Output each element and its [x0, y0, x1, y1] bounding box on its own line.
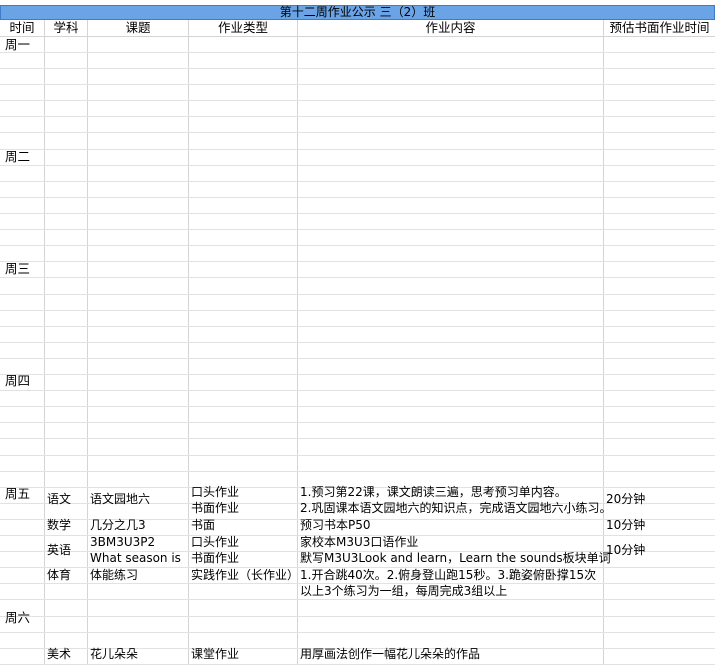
- grid-row-line: [0, 374, 715, 375]
- cell-subject-english[interactable]: 英语: [47, 543, 71, 557]
- grid-row-line: [0, 455, 715, 456]
- cell-subject-art[interactable]: 美术: [47, 647, 71, 661]
- header-type[interactable]: 作业类型: [189, 19, 297, 36]
- grid-row-line: [0, 422, 715, 423]
- grid-row-line: [0, 326, 715, 327]
- grid-row-line: [0, 390, 715, 391]
- cell-topic-english-1[interactable]: 3BM3U3P2: [90, 535, 155, 549]
- cell-topic-english-2[interactable]: What season is: [90, 551, 181, 565]
- grid-row-line: [0, 261, 715, 262]
- grid-row-line: [0, 342, 715, 343]
- grid-row-line: [0, 132, 715, 133]
- cell-type-pe[interactable]: 实践作业（长作业）: [191, 568, 299, 582]
- spreadsheet: 第十二周作业公示 三（2）班 时间 学科 课题 作业类型 作业内容 预估书面作业…: [0, 0, 715, 665]
- grid-row-line: [0, 181, 715, 182]
- day-wednesday[interactable]: 周三: [5, 262, 30, 276]
- cell-type-chinese-2[interactable]: 书面作业: [191, 501, 239, 515]
- cell-content-chinese-1[interactable]: 1.预习第22课，课文朗读三遍，思考预习单内容。: [300, 485, 567, 499]
- cell-time-chinese[interactable]: 20分钟: [606, 492, 645, 506]
- header-topic[interactable]: 课题: [88, 19, 188, 36]
- day-tuesday[interactable]: 周二: [5, 150, 30, 164]
- cell-topic-pe[interactable]: 体能练习: [90, 568, 138, 582]
- cell-content-english-1[interactable]: 家校本M3U3口语作业: [300, 535, 418, 549]
- grid-row-line: [0, 100, 715, 101]
- header-row: 时间 学科 课题 作业类型 作业内容 预估书面作业时间: [0, 19, 715, 37]
- cell-type-art[interactable]: 课堂作业: [191, 647, 239, 661]
- cell-topic-math[interactable]: 几分之几3: [90, 518, 146, 532]
- grid-row-line: [0, 438, 715, 439]
- cell-content-math[interactable]: 预习书本P50: [300, 518, 371, 532]
- grid-row-line: [0, 632, 715, 633]
- cell-topic-art[interactable]: 花儿朵朵: [90, 647, 138, 661]
- cell-type-english-1[interactable]: 口头作业: [191, 535, 239, 549]
- cell-content-pe-2[interactable]: 以上3个练习为一组，每周完成3组以上: [300, 584, 507, 598]
- grid-row-line: [0, 245, 715, 246]
- sheet-title[interactable]: 第十二周作业公示 三（2）班: [0, 5, 715, 20]
- cell-subject-chinese[interactable]: 语文: [47, 492, 71, 506]
- cell-content-english-2[interactable]: 默写M3U3Look and learn，Learn the sounds板块单…: [300, 551, 611, 565]
- cell-subject-math[interactable]: 数学: [47, 518, 71, 532]
- header-content[interactable]: 作业内容: [298, 19, 603, 36]
- grid-row-line: [0, 213, 715, 214]
- day-monday[interactable]: 周一: [5, 38, 30, 52]
- cell-time-english[interactable]: 10分钟: [606, 543, 645, 557]
- cell-content-art[interactable]: 用厚画法创作一幅花儿朵朵的作品: [300, 647, 480, 661]
- grid-row-line: [0, 277, 715, 278]
- grid-row-line: [0, 149, 715, 150]
- grid-row-line: [0, 294, 715, 295]
- cell-time-math[interactable]: 10分钟: [606, 518, 645, 532]
- cell-content-pe-1[interactable]: 1.开合跳40次。2.俯身登山跑15秒。3.跪姿俯卧撑15次: [300, 568, 596, 582]
- cell-type-english-2[interactable]: 书面作业: [191, 551, 239, 565]
- cell-content-chinese-2[interactable]: 2.巩固课本语文园地六的知识点，完成语文园地六小练习。: [300, 501, 611, 515]
- header-estimate[interactable]: 预估书面作业时间: [604, 19, 715, 36]
- grid-row-line: [0, 229, 715, 230]
- cell-topic-chinese[interactable]: 语文园地六: [90, 492, 150, 506]
- grid-row-line: [0, 310, 715, 311]
- grid-row-line: [0, 616, 715, 617]
- grid-row-line: [0, 599, 715, 600]
- day-thursday[interactable]: 周四: [5, 374, 30, 388]
- cell-type-math[interactable]: 书面: [191, 518, 215, 532]
- grid-row-line: [0, 406, 715, 407]
- grid-row-line: [0, 358, 715, 359]
- grid-row-line: [0, 68, 715, 69]
- day-friday[interactable]: 周五: [5, 487, 30, 501]
- grid-row-line: [0, 197, 715, 198]
- day-saturday[interactable]: 周六: [5, 611, 30, 625]
- grid-row-line: [0, 84, 715, 85]
- grid-row-line: [0, 471, 715, 472]
- cell-type-chinese-1[interactable]: 口头作业: [191, 485, 239, 499]
- grid-row-line: [0, 116, 715, 117]
- header-time[interactable]: 时间: [0, 19, 44, 36]
- header-subject[interactable]: 学科: [45, 19, 87, 36]
- grid-row-line: [0, 52, 715, 53]
- cell-subject-pe[interactable]: 体育: [47, 568, 71, 582]
- grid-row-line: [0, 165, 715, 166]
